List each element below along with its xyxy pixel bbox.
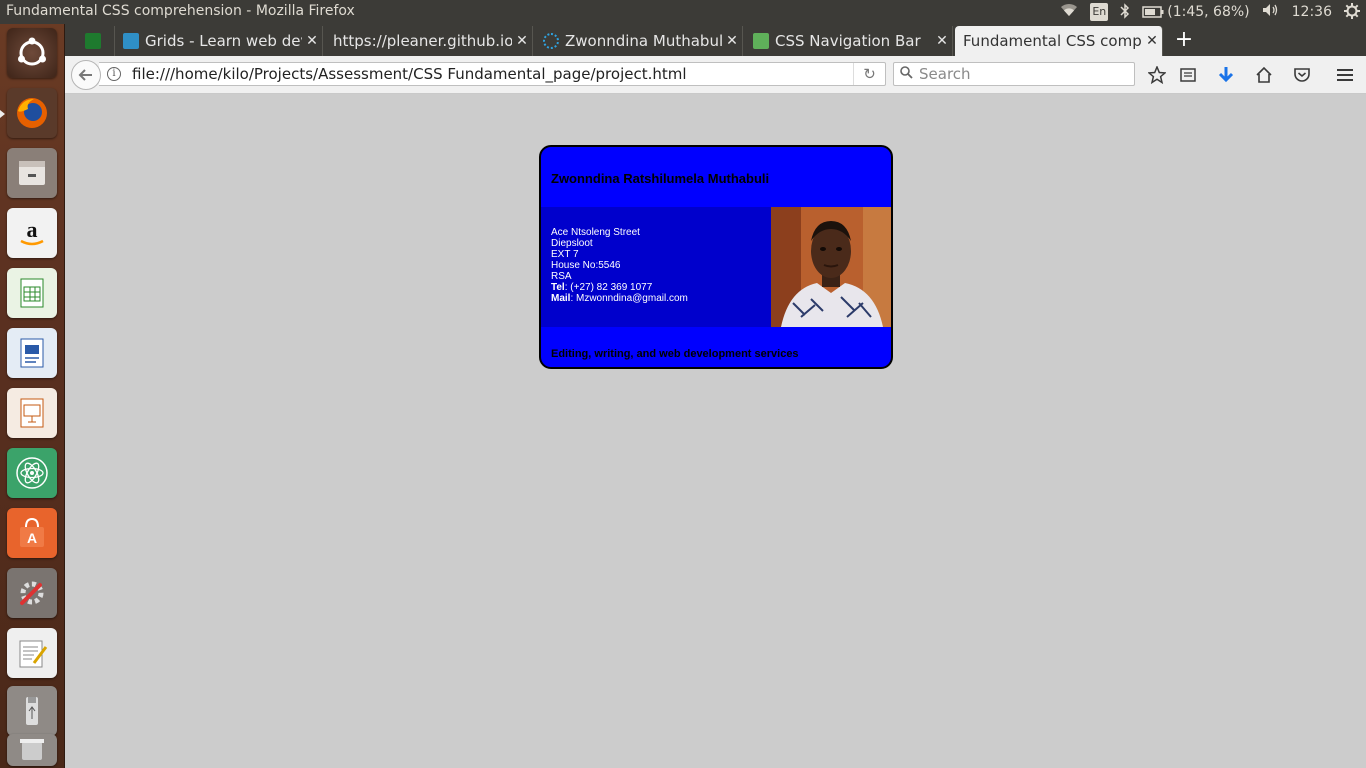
firefox-icon [17,98,47,128]
phone-value: : (+27) 82 369 1077 [564,282,653,293]
page-viewport: Zwonndina Ratshilumela Muthabuli Ace Nts… [65,95,1366,768]
tab-title: CSS Navigation Bar [775,32,921,50]
profile-photo [771,207,891,327]
launcher-system-settings[interactable] [7,568,57,618]
email-value: : Mzwonndina@gmail.com [570,293,688,304]
address-line: Ace Ntsoleng Street [551,227,640,238]
file-cabinet-icon [19,161,45,185]
clock[interactable]: 12:36 [1292,3,1332,21]
address-line: House No:5546 [551,260,621,271]
url-text[interactable]: file:///home/kilo/Projects/Assessment/CS… [132,65,853,83]
text-editor-icon [19,640,48,668]
card-name-heading: Zwonndina Ratshilumela Muthabuli [551,171,770,186]
settings-gear-icon[interactable] [1344,3,1360,21]
android-icon [85,33,101,49]
tab-zwonndina-muthabuli[interactable]: Zwonndina Muthabuli ✕ [535,26,743,56]
tab-title: Fundamental CSS compre [963,32,1142,50]
search-bar[interactable] [893,62,1135,86]
window-title: Fundamental CSS comprehension - Mozilla … [6,3,355,19]
svg-text:a: a [27,217,38,242]
launcher-libreoffice-calc[interactable] [7,268,57,318]
battery-icon [1142,6,1164,18]
tab-close-icon[interactable]: ✕ [932,33,952,49]
tab-css-navigation-bar[interactable]: CSS Navigation Bar ✕ [745,26,953,56]
address-line: EXT 7 [551,249,579,260]
shopping-bag-icon: A [20,517,44,547]
wrench-gear-icon [20,581,44,605]
tab-close-icon[interactable]: ✕ [512,33,532,49]
ubuntu-top-panel: Fundamental CSS comprehension - Mozilla … [0,0,1366,24]
bookmark-star-icon[interactable] [1146,64,1168,86]
launcher-usb-drive[interactable] [7,686,57,736]
document-icon [20,338,44,368]
launcher-text-editor[interactable] [7,628,57,678]
search-input[interactable] [919,65,1119,83]
reading-list-icon[interactable] [1177,64,1199,86]
address-line: Diepsloot [551,238,593,249]
tab-title: Zwonndina Muthabuli [565,32,722,50]
amazon-icon: a [20,217,44,246]
tab-grids-learn-web-dev[interactable]: Grids - Learn web deve ✕ [115,26,323,56]
svg-text:A: A [27,530,37,546]
volume-icon[interactable] [1262,3,1280,21]
business-card: Zwonndina Ratshilumela Muthabuli Ace Nts… [539,145,893,369]
launcher-libreoffice-writer[interactable] [7,328,57,378]
email-label: Mail [551,293,571,304]
bluetooth-icon[interactable] [1120,3,1130,21]
card-details-section: Ace Ntsoleng Street Diepsloot EXT 7 Hous… [541,207,891,327]
codepen-icon [753,33,769,49]
trash-icon [20,739,44,760]
launcher-amazon[interactable]: a [7,208,57,258]
search-icon [900,65,913,83]
tab-strip: Grids - Learn web deve ✕ https://pleaner… [65,24,1366,56]
hamburger-menu-icon[interactable] [1334,64,1356,86]
pocket-icon[interactable] [1291,64,1313,86]
launcher-trash[interactable] [7,734,57,766]
keyboard-layout-indicator[interactable]: En [1090,3,1109,21]
tab-fundamental-css-active[interactable]: Fundamental CSS compre ✕ [955,26,1163,56]
back-arrow-icon[interactable] [71,60,101,90]
reload-icon[interactable]: ↻ [853,63,885,85]
tab-close-icon[interactable]: ✕ [302,33,322,49]
atom-icon [16,457,48,489]
card-tagline: Editing, writing, and web development se… [551,348,799,360]
launcher-files[interactable] [7,148,57,198]
site-info-icon[interactable]: i [107,67,121,81]
launcher-software-center[interactable]: A [7,508,57,558]
presentation-icon [20,398,44,428]
phone-line: Tel: (+27) 82 369 1077 [551,282,688,293]
mdn-icon [123,33,139,49]
email-line: Mail: Mzwonndina@gmail.com [551,293,688,304]
launcher-ubuntu-dash[interactable] [7,28,57,78]
battery-indicator[interactable]: (1:45, 68%) [1142,3,1250,21]
spreadsheet-icon [20,278,44,308]
launcher-running-indicator [0,110,5,118]
card-address: Ace Ntsoleng Street Diepsloot EXT 7 Hous… [551,227,688,304]
phone-label: Tel [551,282,565,293]
battery-text: (1:45, 68%) [1167,4,1250,20]
tab-close-icon[interactable]: ✕ [722,33,742,49]
tab-title: Grids - Learn web deve [145,32,302,50]
unity-launcher: a A [0,24,65,768]
new-tab-plus-icon[interactable]: + [1172,28,1196,52]
url-bar[interactable]: i file:///home/kilo/Projects/Assessment/… [99,62,886,86]
navigation-toolbar: i file:///home/kilo/Projects/Assessment/… [65,56,1366,94]
spinner-icon [543,33,559,49]
usb-drive-icon [26,697,38,725]
downloads-arrow-icon[interactable] [1215,64,1237,86]
tab-pleaner-github[interactable]: https://pleaner.github.io/ ✕ [325,26,533,56]
address-line: RSA [551,271,572,282]
launcher-libreoffice-impress[interactable] [7,388,57,438]
tab-pinned-android[interactable] [77,26,115,56]
launcher-atom[interactable] [7,448,57,498]
tab-close-icon[interactable]: ✕ [1142,33,1162,49]
ubuntu-logo-icon [18,37,46,66]
tab-title: https://pleaner.github.io/ [333,32,512,50]
wifi-icon[interactable] [1060,3,1078,21]
system-tray: En (1:45, 68%) 12:36 [1060,3,1360,21]
home-icon[interactable] [1253,64,1275,86]
launcher-firefox[interactable] [7,88,57,138]
